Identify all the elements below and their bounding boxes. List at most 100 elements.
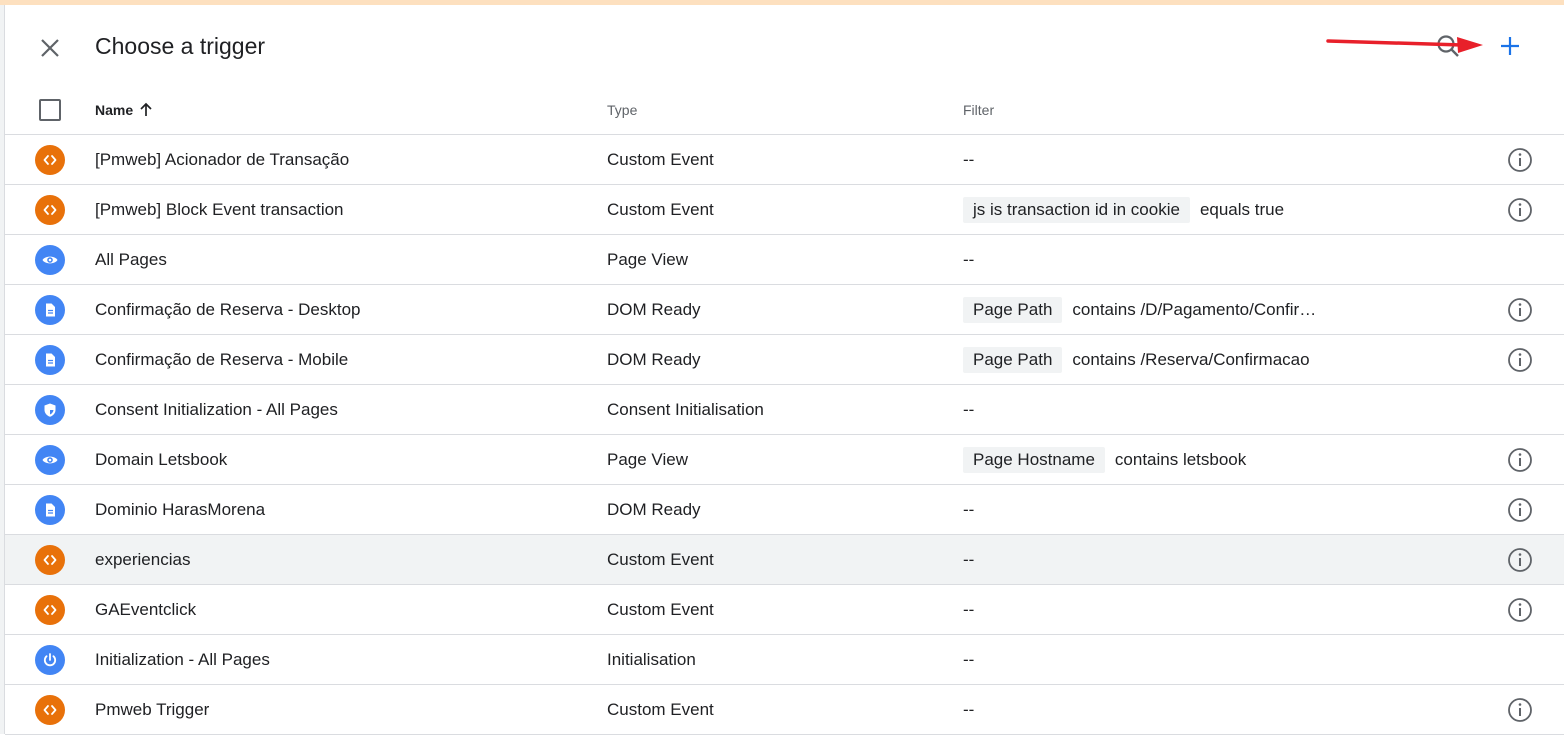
info-icon <box>1508 298 1532 322</box>
trigger-type: Page View <box>607 250 688 269</box>
table-row[interactable]: Confirmação de Reserva - Mobile DOM Ready… <box>5 335 1564 385</box>
column-header-name[interactable]: Name <box>95 102 153 120</box>
trigger-name: experiencias <box>95 550 191 569</box>
info-icon <box>1508 348 1532 372</box>
filter-empty: -- <box>963 150 975 169</box>
table-row[interactable]: Dominio HarasMorena DOM Ready -- <box>5 485 1564 535</box>
info-button[interactable] <box>1506 346 1534 374</box>
search-icon <box>1437 35 1459 57</box>
table-row[interactable]: Initialization - All Pages Initialisation… <box>5 635 1564 685</box>
trigger-type: DOM Ready <box>607 500 701 519</box>
info-icon <box>1508 448 1532 472</box>
info-button[interactable] <box>1506 596 1534 624</box>
info-button[interactable] <box>1506 146 1534 174</box>
custom-event-icon <box>35 695 65 725</box>
trigger-name: [Pmweb] Acionador de Transação <box>95 150 350 169</box>
info-icon <box>1508 548 1532 572</box>
trigger-table: Name Type Filter [Pmweb] Acionador de Tr… <box>5 85 1564 735</box>
filter-empty: -- <box>963 600 975 619</box>
filter-variable-chip: Page Path <box>963 347 1063 373</box>
trigger-name: Consent Initialization - All Pages <box>95 400 338 419</box>
trigger-type: Page View <box>607 450 688 469</box>
trigger-name: [Pmweb] Block Event transaction <box>95 200 344 219</box>
trigger-filter: -- <box>963 497 974 521</box>
table-row[interactable]: Pmweb Trigger Custom Event -- <box>5 685 1564 735</box>
shield-icon <box>35 395 65 425</box>
trigger-filter: Page Path contains /D/Pagamento/Confir… <box>963 297 1316 323</box>
table-row[interactable]: Confirmação de Reserva - Desktop DOM Read… <box>5 285 1564 335</box>
trigger-type: Custom Event <box>607 700 714 719</box>
column-header-filter: Filter <box>963 102 995 118</box>
power-icon <box>35 645 65 675</box>
trigger-filter: Page Hostname contains letsbook <box>963 447 1246 473</box>
custom-event-icon <box>35 595 65 625</box>
column-header-type[interactable]: Type <box>607 102 637 118</box>
filter-condition: contains /D/Pagamento/Confir… <box>1072 300 1317 319</box>
trigger-type: Consent Initialisation <box>607 400 764 419</box>
trigger-type: Custom Event <box>607 600 714 619</box>
close-button[interactable] <box>35 33 65 63</box>
filter-empty: -- <box>963 650 975 669</box>
custom-event-icon <box>35 145 65 175</box>
info-icon <box>1508 698 1532 722</box>
search-button[interactable] <box>1433 31 1465 63</box>
trigger-type: Initialisation <box>607 650 696 669</box>
trigger-type: Custom Event <box>607 150 714 169</box>
eye-icon <box>35 445 65 475</box>
table-row[interactable]: [Pmweb] Acionador de Transação Custom Eve… <box>5 135 1564 185</box>
trigger-type: Custom Event <box>607 200 714 219</box>
trigger-type: DOM Ready <box>607 300 701 319</box>
table-row[interactable]: Consent Initialization - All Pages Consen… <box>5 385 1564 435</box>
filter-condition: contains /Reserva/Confirmacao <box>1072 350 1310 369</box>
trigger-filter: -- <box>963 697 974 721</box>
table-row[interactable]: experiencias Custom Event -- <box>5 535 1564 585</box>
table-row[interactable]: GAEventclick Custom Event -- <box>5 585 1564 635</box>
trigger-filter: -- <box>963 147 974 171</box>
trigger-filter: -- <box>963 597 974 621</box>
trigger-name: Confirmação de Reserva - Mobile <box>95 350 349 369</box>
info-icon <box>1508 498 1532 522</box>
plus-icon <box>1501 37 1519 55</box>
table-row[interactable]: Domain Letsbook Page View Page Hostname con… <box>5 435 1564 485</box>
info-button[interactable] <box>1506 196 1534 224</box>
add-trigger-button[interactable] <box>1493 29 1527 63</box>
filter-empty: -- <box>963 700 975 719</box>
trigger-filter: -- <box>963 647 974 671</box>
info-button[interactable] <box>1506 546 1534 574</box>
filter-condition: contains letsbook <box>1114 450 1247 469</box>
info-button[interactable] <box>1506 696 1534 724</box>
trigger-filter: js is transaction id in cookie equals tru… <box>963 197 1284 223</box>
page-title: Choose a trigger <box>95 33 266 59</box>
filter-condition: equals true <box>1199 200 1285 219</box>
document-icon <box>35 495 65 525</box>
select-all-checkbox[interactable] <box>39 99 61 121</box>
trigger-name: Confirmação de Reserva - Desktop <box>95 300 361 319</box>
table-row[interactable]: [Pmweb] Block Event transaction Custom Ev… <box>5 185 1564 235</box>
dialog-header: Choose a trigger <box>5 5 1564 85</box>
trigger-name: GAEventclick <box>95 600 197 619</box>
info-button[interactable] <box>1506 296 1534 324</box>
filter-variable-chip: Page Path <box>963 297 1063 323</box>
trigger-type: DOM Ready <box>607 350 701 369</box>
trigger-filter: -- <box>963 397 974 421</box>
document-icon <box>35 295 65 325</box>
trigger-filter: Page Path contains /Reserva/Confirmacao <box>963 347 1310 373</box>
trigger-filter: -- <box>963 247 974 271</box>
info-button[interactable] <box>1506 496 1534 524</box>
trigger-name: Dominio HarasMorena <box>95 500 266 519</box>
filter-empty: -- <box>963 550 975 569</box>
trigger-name: Domain Letsbook <box>95 450 228 469</box>
trigger-filter: -- <box>963 547 974 571</box>
custom-event-icon <box>35 195 65 225</box>
trigger-name: All Pages <box>95 250 167 269</box>
info-icon <box>1508 198 1532 222</box>
info-icon <box>1508 148 1532 172</box>
info-button[interactable] <box>1506 446 1534 474</box>
filter-variable-chip: Page Hostname <box>963 447 1105 473</box>
eye-icon <box>35 245 65 275</box>
sort-ascending-icon <box>139 102 153 120</box>
filter-empty: -- <box>963 500 975 519</box>
filter-variable-chip: js is transaction id in cookie <box>963 197 1190 223</box>
table-row[interactable]: All Pages Page View -- <box>5 235 1564 285</box>
table-header: Name Type Filter <box>5 85 1564 135</box>
